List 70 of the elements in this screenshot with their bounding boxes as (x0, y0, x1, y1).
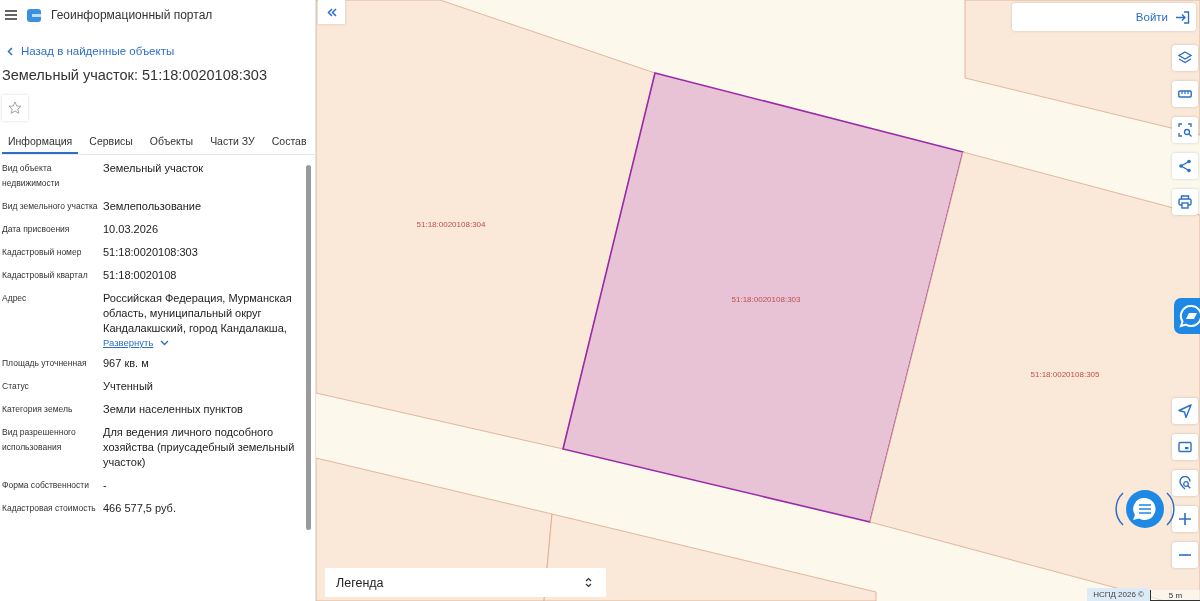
logo-icon (27, 7, 41, 23)
location-search-button[interactable] (1172, 470, 1198, 496)
field-label: Вид разрешенного использования (2, 426, 77, 454)
field-value: 466 577,5 руб. (103, 501, 177, 516)
print-icon (1178, 195, 1192, 209)
parcel-label: 51:18:0020108:303 (731, 295, 801, 304)
field-value: - (103, 478, 108, 493)
field-value: 51:18:0020108:303 (103, 245, 199, 260)
share-button[interactable] (1172, 153, 1198, 179)
tab[interactable]: Состав (265, 130, 313, 154)
chevron-left-icon[interactable] (7, 46, 13, 56)
frame-button[interactable] (1172, 434, 1198, 460)
navigation-arrow-icon (1178, 404, 1192, 418)
login-icon (1176, 10, 1190, 24)
menu-icon[interactable] (5, 10, 17, 20)
field-value: Землепользование (103, 199, 203, 214)
field-label: Статус (2, 380, 30, 393)
location-search-icon (1178, 476, 1192, 490)
map-attribution: НСПД 2026 © (1087, 588, 1150, 601)
collapse-panel-button[interactable] (318, 0, 345, 24)
zoom-out-button[interactable] (1172, 542, 1198, 568)
field-value: Для ведения личного подсобного хозяйства (приусадебный земельный участок) (103, 425, 296, 470)
field-value: Земли населенных пунктов (103, 402, 244, 417)
field-label: Кадастровый квартал (2, 269, 89, 282)
scale-bar: 5 m (1150, 590, 1200, 601)
layers-icon (1178, 51, 1192, 65)
legend-dropdown[interactable]: Легенда (325, 568, 606, 597)
layers-button[interactable] (1172, 45, 1198, 71)
area-search-icon (1178, 123, 1192, 137)
app-title: Геоинформационный портал (51, 8, 213, 22)
assistant-button[interactable] (1174, 298, 1200, 334)
zoom-in-icon (1178, 512, 1192, 526)
frame-icon (1178, 440, 1192, 454)
field-label: Адрес (2, 292, 28, 305)
parcel-label: 51:18:0020108:304 (416, 220, 486, 229)
chat-logo-icon (1179, 304, 1200, 328)
area-search-button[interactable] (1172, 117, 1198, 143)
tab[interactable]: Объекты (143, 130, 200, 154)
ruler-button[interactable] (1172, 81, 1198, 107)
parcel-label: 51:18:0020108:305 (1030, 370, 1100, 379)
share-icon (1178, 159, 1192, 173)
field-value: Учтенный (103, 379, 154, 394)
double-chevron-left-icon (326, 7, 337, 17)
field-label: Вид земельного участка (2, 200, 99, 213)
chevron-down-icon (160, 339, 170, 346)
tab[interactable]: Сервисы (83, 130, 139, 154)
field-label: Площадь уточненная (2, 357, 88, 370)
field-value: 51:18:0020108 (103, 268, 178, 283)
tab[interactable]: Информация (2, 130, 79, 154)
zoom-in-button[interactable] (1172, 506, 1198, 532)
back-link[interactable]: Назад в найденные объекты (21, 45, 175, 57)
field-label: Дата присвоения (2, 223, 71, 236)
field-value: Земельный участок (103, 161, 205, 176)
field-value: 10.03.2026 (103, 222, 160, 237)
field-value: 967 кв. м (103, 356, 150, 371)
login-button[interactable]: Войти (1012, 3, 1196, 31)
field-label: Кадастровый номер (2, 246, 83, 259)
navigation-arrow-button[interactable] (1172, 398, 1198, 424)
field-label: Кадастровая стоимость (2, 502, 97, 515)
ruler-icon (1178, 87, 1192, 101)
field-label: Форма собственности (2, 479, 90, 492)
field-value: Российская Федерация, Мурманская область, муниципальный округ Кандалакшский, город Кандалакша, (103, 291, 293, 336)
field-label: Вид объекта недвижимости (2, 162, 61, 190)
star-icon (8, 101, 22, 115)
print-button[interactable] (1172, 189, 1198, 215)
object-title: Земельный участок: 51:18:0020108:303 (2, 67, 268, 83)
sort-chevrons-icon (585, 577, 592, 588)
expand-link[interactable]: Развернуть (103, 337, 154, 348)
tab[interactable]: Части ЗУ (204, 130, 261, 154)
field-label: Категория земель (2, 403, 74, 416)
